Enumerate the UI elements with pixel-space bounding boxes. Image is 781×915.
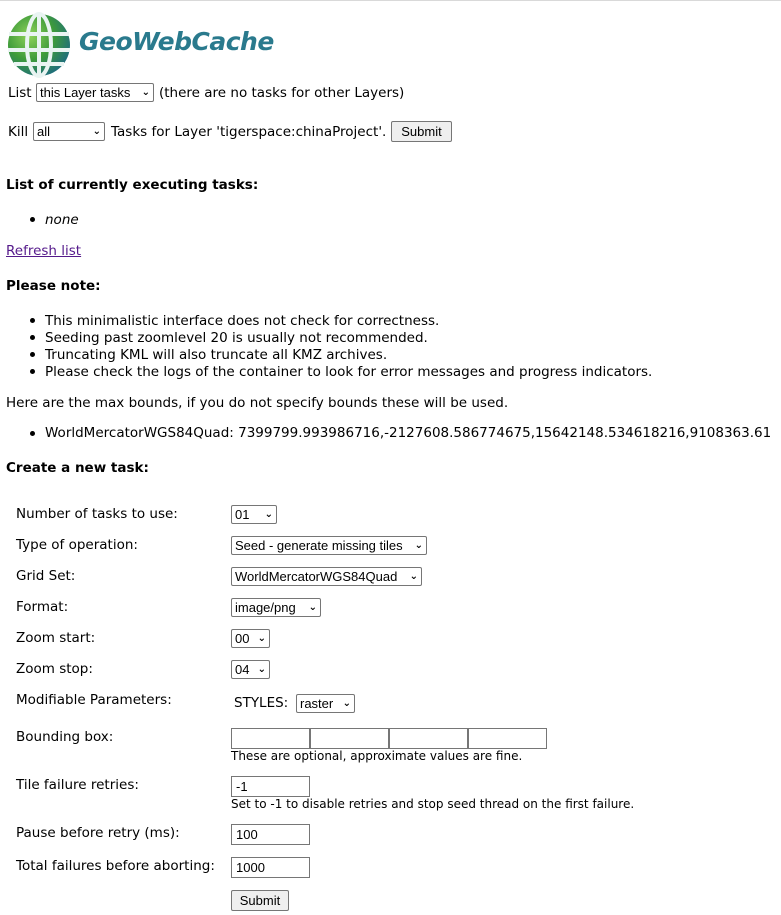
kill-select[interactable]: all ⌄ bbox=[33, 122, 105, 141]
styles-select[interactable]: raster ⌄ bbox=[296, 694, 355, 713]
kill-submit-button[interactable]: Submit bbox=[391, 121, 452, 142]
gridset-value: WorldMercatorWGS84Quad bbox=[235, 569, 398, 584]
list-suffix-text: (there are no tasks for other Layers) bbox=[159, 85, 405, 101]
bullet bbox=[30, 352, 35, 357]
task-filter-value: this Layer tasks bbox=[40, 85, 131, 100]
kill-select-value: all bbox=[37, 124, 51, 139]
pause-value: 100 bbox=[236, 827, 258, 842]
params-label: Modifiable Parameters: bbox=[16, 692, 172, 708]
chevron-down-icon: ⌄ bbox=[409, 571, 418, 582]
gridset-label: Grid Set: bbox=[16, 568, 76, 584]
zoom-start-select[interactable]: 00 ⌄ bbox=[231, 629, 270, 648]
bounds-intro-text: Here are the max bounds, if you do not s… bbox=[6, 395, 509, 411]
bbox-minx-input[interactable] bbox=[231, 728, 310, 749]
chevron-down-icon: ⌄ bbox=[308, 602, 317, 613]
pause-label: Pause before retry (ms): bbox=[16, 825, 180, 841]
pause-input[interactable]: 100 bbox=[231, 824, 310, 845]
chevron-down-icon: ⌄ bbox=[414, 540, 423, 551]
format-label: Format: bbox=[16, 599, 69, 615]
note-item: Truncating KML will also truncate all KM… bbox=[45, 347, 388, 363]
chevron-down-icon: ⌄ bbox=[257, 664, 266, 675]
total-failures-value: 1000 bbox=[236, 860, 265, 875]
bullet bbox=[30, 369, 35, 374]
bullet bbox=[30, 431, 35, 436]
retries-label: Tile failure retries: bbox=[16, 777, 139, 793]
refresh-list-link[interactable]: Refresh list bbox=[6, 243, 81, 259]
gridset-select[interactable]: WorldMercatorWGS84Quad ⌄ bbox=[231, 567, 422, 586]
chevron-down-icon: ⌄ bbox=[92, 126, 101, 137]
total-failures-input[interactable]: 1000 bbox=[231, 857, 310, 878]
format-select[interactable]: image/png ⌄ bbox=[231, 598, 321, 617]
executing-tasks-heading: List of currently executing tasks: bbox=[6, 177, 259, 193]
bbox-label: Bounding box: bbox=[16, 729, 114, 745]
tasks-count-value: 01 bbox=[235, 507, 250, 522]
kill-layer-text: Tasks for Layer 'tigerspace:chinaProject… bbox=[111, 124, 387, 140]
chevron-down-icon: ⌄ bbox=[342, 698, 351, 709]
zoom-stop-label: Zoom stop: bbox=[16, 661, 93, 677]
tasks-label: Number of tasks to use: bbox=[16, 506, 178, 522]
chevron-down-icon: ⌄ bbox=[264, 509, 273, 520]
tasks-count-select[interactable]: 01 ⌄ bbox=[231, 505, 277, 524]
bullet bbox=[30, 318, 35, 323]
please-note-heading: Please note: bbox=[6, 278, 101, 294]
zoom-start-value: 00 bbox=[235, 631, 250, 646]
note-item: Seeding past zoomlevel 20 is usually not… bbox=[45, 330, 428, 346]
bullet bbox=[30, 335, 35, 340]
format-value: image/png bbox=[235, 600, 296, 615]
zoom-stop-select[interactable]: 04 ⌄ bbox=[231, 660, 270, 679]
retries-value: -1 bbox=[236, 779, 248, 794]
note-item: This minimalistic interface does not che… bbox=[45, 313, 440, 329]
retries-input[interactable]: -1 bbox=[231, 776, 310, 797]
executing-task-item: none bbox=[45, 212, 79, 228]
operation-select[interactable]: Seed - generate missing tiles ⌄ bbox=[231, 536, 427, 555]
logo-text: GeoWebCache bbox=[79, 27, 274, 56]
bbox-maxx-input[interactable] bbox=[389, 728, 468, 749]
kill-label: Kill bbox=[8, 124, 29, 140]
create-task-heading: Create a new task: bbox=[6, 460, 149, 476]
bullet bbox=[30, 217, 35, 222]
task-filter-select[interactable]: this Layer tasks ⌄ bbox=[36, 83, 154, 102]
zoom-start-label: Zoom start: bbox=[16, 630, 96, 646]
total-failures-label: Total failures before aborting: bbox=[16, 858, 215, 874]
styles-param-label: STYLES: bbox=[234, 695, 289, 711]
bbox-miny-input[interactable] bbox=[310, 728, 389, 749]
chevron-down-icon: ⌄ bbox=[257, 633, 266, 644]
chevron-down-icon: ⌄ bbox=[141, 87, 150, 98]
list-label: List bbox=[8, 85, 32, 101]
styles-value: raster bbox=[300, 696, 334, 711]
bounds-item: WorldMercatorWGS84Quad: 7399799.99398671… bbox=[45, 425, 772, 441]
create-submit-button[interactable]: Submit bbox=[231, 890, 289, 911]
globe-logo-icon bbox=[8, 12, 70, 78]
bbox-maxy-input[interactable] bbox=[468, 728, 547, 749]
note-item: Please check the logs of the container t… bbox=[45, 364, 653, 380]
operation-label: Type of operation: bbox=[16, 537, 138, 553]
zoom-stop-value: 04 bbox=[235, 662, 250, 677]
operation-value: Seed - generate missing tiles bbox=[235, 538, 403, 553]
bbox-hint: These are optional, approximate values a… bbox=[231, 749, 523, 763]
retries-hint: Set to -1 to disable retries and stop se… bbox=[231, 797, 635, 811]
